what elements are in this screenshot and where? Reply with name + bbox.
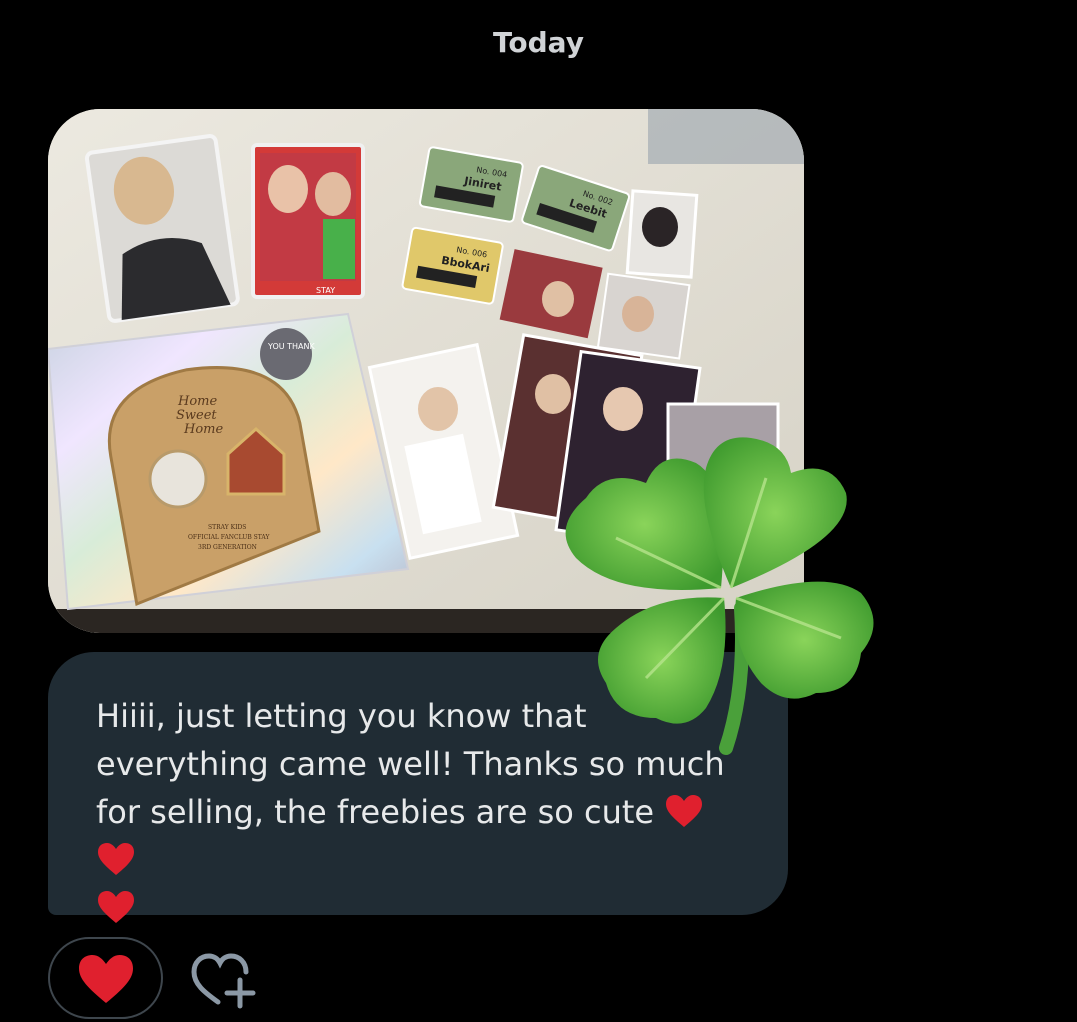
add-reaction-icon[interactable] (190, 950, 260, 1010)
holographic-pin-bag: YOU THANK Home Sweet Home STRAY KIDS OFF… (48, 312, 410, 611)
svg-text:3RD GENERATION: 3RD GENERATION (198, 544, 257, 551)
svg-text:Home: Home (183, 422, 223, 437)
reaction-heart-pill[interactable] (48, 937, 163, 1019)
svg-text:STRAY KIDS: STRAY KIDS (208, 524, 246, 531)
photocard-1 (84, 134, 240, 323)
photocard-2: STAY (251, 143, 365, 299)
svg-text:Home: Home (177, 394, 217, 409)
red-heart-icon (98, 843, 134, 875)
svg-text:STAY: STAY (316, 286, 335, 295)
svg-text:YOU THANK: YOU THANK (267, 342, 316, 351)
date-separator: Today (493, 26, 584, 59)
red-heart-icon (79, 955, 133, 1003)
svg-text:OFFICIAL FANCLUB STAY: OFFICIAL FANCLUB STAY (188, 534, 271, 541)
svg-text:Sweet: Sweet (176, 408, 217, 423)
clover-emoji-icon (565, 437, 874, 755)
red-heart-icon (666, 795, 703, 827)
red-heart-icon (98, 891, 134, 923)
